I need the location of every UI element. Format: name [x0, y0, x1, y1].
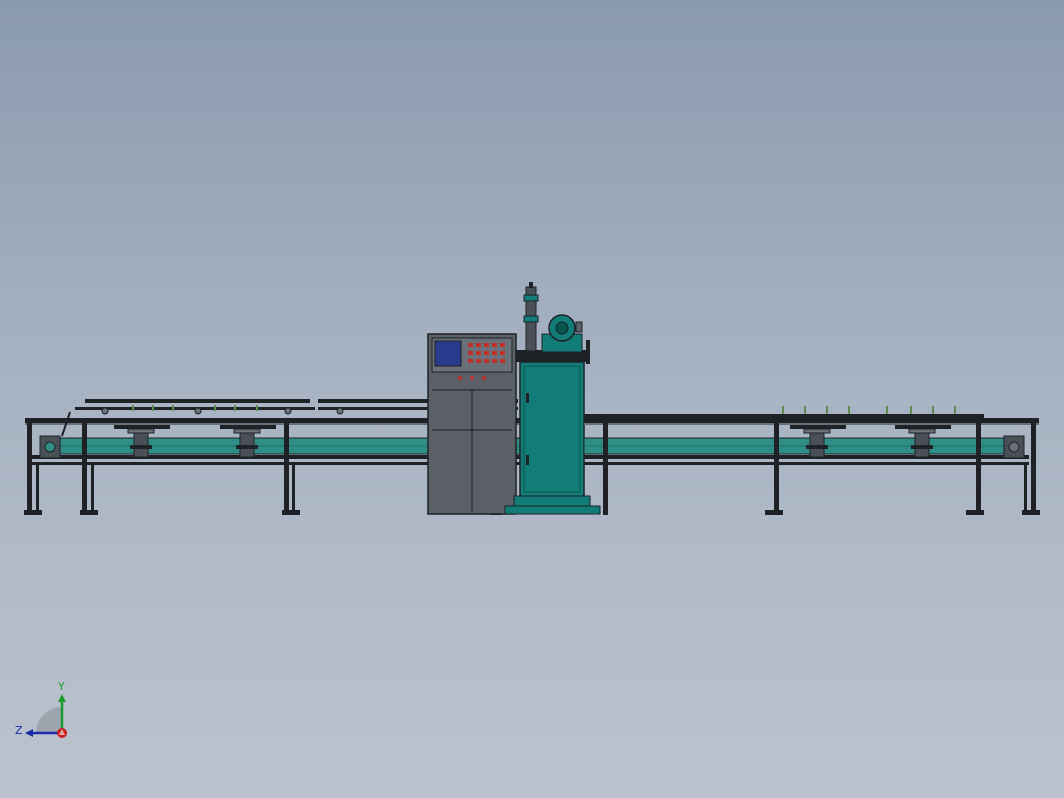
cabinet-handle [526, 393, 529, 403]
leg [976, 423, 981, 515]
hmi-screen [434, 340, 462, 367]
z-axis-label: Z [15, 724, 23, 737]
leg [27, 423, 32, 515]
orientation-triad: Y Z [15, 680, 67, 738]
main-machine [504, 282, 601, 515]
triad-plane [36, 707, 62, 733]
y-axis-label: Y [57, 680, 65, 693]
leg [82, 423, 87, 515]
left-guide-rail [85, 399, 310, 403]
cad-viewport[interactable]: Y Z [0, 0, 1064, 798]
main-cabinet [519, 361, 585, 503]
leg [603, 423, 608, 515]
machine-base [504, 505, 601, 515]
right-top-rail [584, 418, 1039, 423]
leg [1031, 423, 1036, 515]
leg [284, 423, 289, 515]
conveyor-machine-drawing: Y Z [15, 282, 1040, 738]
right-guide-rail [584, 414, 984, 418]
right-conveyor [583, 406, 1040, 515]
leg [774, 423, 779, 515]
control-cabinet [427, 333, 517, 515]
right-lower-rail [584, 455, 1029, 459]
